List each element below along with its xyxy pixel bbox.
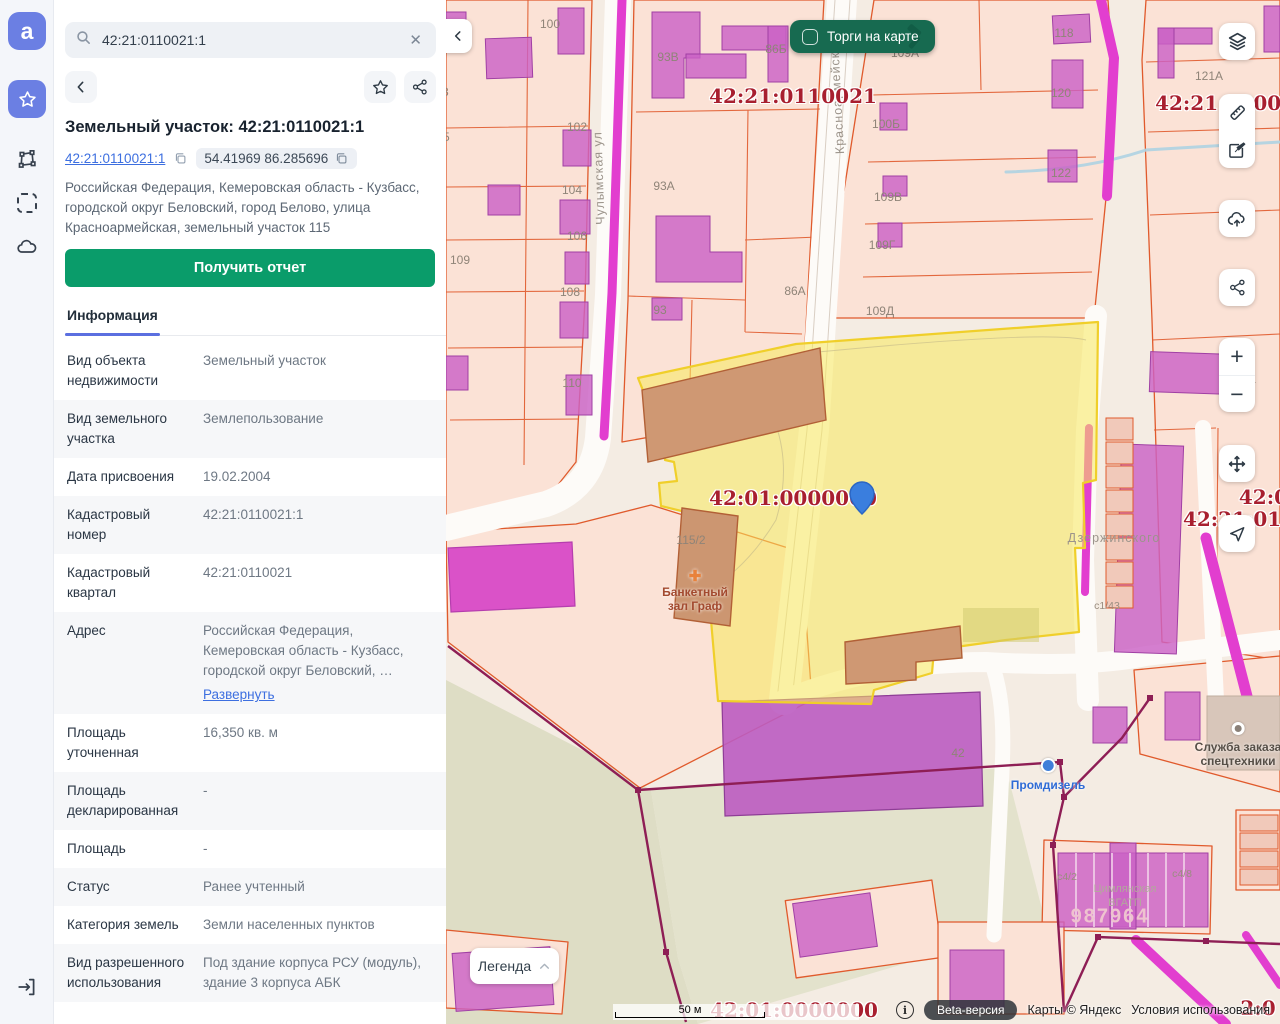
table-row: Дата присвоения19.02.2004 [54, 458, 446, 496]
trade-toggle[interactable]: Торги на карте [790, 20, 935, 53]
poi-flower-icon: ✚ [662, 567, 728, 585]
icon-rail: a [0, 0, 54, 1024]
expand-address-link[interactable]: Развернуть [203, 685, 275, 705]
table-row: Кадастровый квартал42:21:0110021 [54, 554, 446, 612]
search-input[interactable] [100, 31, 405, 49]
scale-ruler [615, 1012, 765, 1018]
share-icon [1228, 278, 1247, 297]
clear-search-icon[interactable]: ✕ [405, 29, 426, 51]
info-table: Вид объекта недвижимостиЗемельный участо… [54, 342, 446, 1002]
legend-button[interactable]: Легенда [470, 948, 559, 984]
object-address: Российская Федерация, Кемеровская област… [65, 178, 433, 238]
favorite-button[interactable] [364, 71, 396, 103]
copyright-link[interactable]: Карты © Яндекс [1027, 1003, 1121, 1017]
get-report-button[interactable]: Получить отчет [65, 249, 435, 287]
zoom-group: + − [1219, 338, 1255, 412]
table-row: СтатусРанее учтенный [54, 868, 446, 906]
map-pin-icon [849, 481, 875, 520]
poi-promdizel[interactable]: Промдизель [1011, 758, 1085, 792]
cloud-icon [15, 235, 39, 259]
search-icon [75, 29, 92, 51]
table-row: Вид земельного участкаЗемлепользование [54, 400, 446, 458]
collapse-panel-button[interactable] [446, 19, 472, 53]
terms-link[interactable]: Условия использования [1131, 1003, 1270, 1017]
layers-button[interactable] [1219, 23, 1255, 60]
upload-button[interactable] [1219, 200, 1255, 237]
table-row: Площадь декларированная- [54, 772, 446, 830]
tabs: Информация [65, 301, 446, 336]
zoom-in-button[interactable]: + [1219, 338, 1255, 375]
map-attribution: i Beta-версия Карты © Яндекс Условия исп… [896, 1000, 1270, 1020]
poi-banquet-hall[interactable]: ✚ Банкетный зал Граф [662, 567, 728, 613]
table-row: Кадастровый номер42:21:0110021:1 [54, 496, 446, 554]
cloud-upload-icon [1226, 208, 1248, 230]
chevron-up-icon [538, 960, 551, 973]
cadastral-map-app: a [0, 0, 1280, 1024]
map-tools: + − [1219, 23, 1255, 552]
coordinates-chip[interactable]: 54.41969 86.285696 [196, 148, 357, 169]
pan-mode-button[interactable] [1219, 445, 1255, 482]
star-icon [17, 89, 38, 110]
edit-icon [1227, 140, 1247, 160]
layers-icon [1227, 31, 1248, 52]
copy-icon[interactable] [173, 151, 188, 166]
coordinates-value: 54.41969 86.285696 [204, 151, 328, 166]
sidebar-item-favorites[interactable] [8, 80, 46, 118]
polygon-icon [16, 148, 38, 170]
exit-icon [16, 976, 38, 998]
chevron-left-icon [451, 29, 465, 43]
cadastral-number-link[interactable]: 42:21:0110021:1 [65, 151, 165, 166]
info-icon[interactable]: i [896, 1001, 914, 1019]
object-panel: ✕ Земельный участок: 42:21:0110021:1 42:… [54, 0, 446, 1024]
table-row-address: Адрес Российская Федерация, Кемеровская … [54, 612, 446, 714]
table-row: Площадь- [54, 830, 446, 868]
search-bar[interactable]: ✕ [65, 22, 436, 58]
app-logo-icon[interactable]: a [8, 12, 46, 50]
beta-badge: Beta-версия [924, 1000, 1017, 1020]
navigate-icon [1227, 524, 1247, 544]
sidebar-item-exit[interactable] [8, 968, 46, 1006]
copy-icon[interactable] [334, 151, 349, 166]
table-row: Вид объекта недвижимостиЗемельный участо… [54, 342, 446, 400]
ruler-icon [1227, 102, 1248, 123]
poi-service[interactable]: Служба заказа спецтехники [1195, 722, 1280, 768]
measure-edit-group [1219, 94, 1255, 168]
sidebar-item-polygon-tool[interactable] [8, 140, 46, 178]
table-row: Вид разрешенного использованияПод здание… [54, 944, 446, 1002]
table-row: Категория земельЗемли населенных пунктов [54, 906, 446, 944]
map-canvas[interactable]: 1000393В86Б109А1021040510610810911093А93… [446, 0, 1280, 1024]
tab-information[interactable]: Информация [65, 301, 160, 335]
page-title: Земельный участок: 42:21:0110021:1 [65, 118, 436, 137]
ruler-button[interactable] [1219, 94, 1255, 131]
table-row: Площадь уточненная16,350 кв. м [54, 714, 446, 772]
draw-button[interactable] [1219, 131, 1255, 168]
poi-car-icon [1040, 758, 1055, 773]
move-icon [1226, 453, 1248, 475]
share-map-button[interactable] [1219, 269, 1255, 306]
share-button[interactable] [404, 71, 436, 103]
object-header-actions [65, 71, 436, 103]
locate-button[interactable] [1219, 515, 1255, 552]
trade-toggle-checkbox[interactable] [802, 29, 818, 45]
object-id-row: 42:21:0110021:1 54.41969 86.285696 [65, 148, 436, 169]
poi-circle-icon [1231, 722, 1244, 735]
scale-bar: 50 м [613, 1004, 859, 1020]
sidebar-item-select-area[interactable] [8, 184, 46, 222]
back-button[interactable] [65, 71, 97, 103]
zoom-out-button[interactable]: − [1219, 375, 1255, 412]
select-area-icon [17, 193, 37, 213]
sidebar-item-cloud[interactable] [8, 228, 46, 266]
